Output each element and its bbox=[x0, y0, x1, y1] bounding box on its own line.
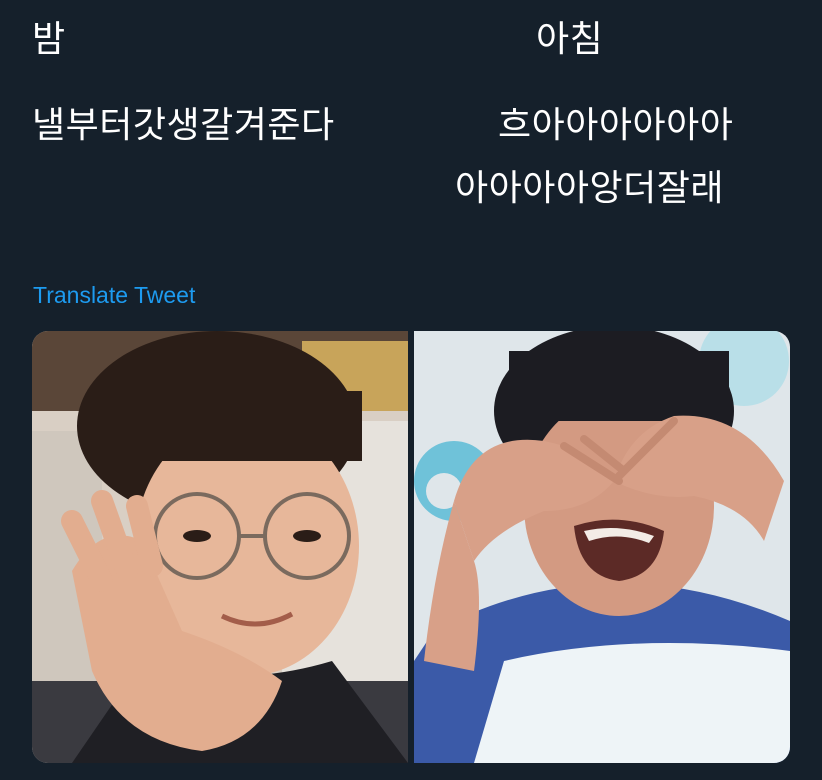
translate-tweet-link[interactable]: Translate Tweet bbox=[33, 280, 195, 310]
night-title: 밤 bbox=[32, 19, 66, 60]
media-photo-left[interactable] bbox=[32, 331, 408, 763]
morning-text-line-2: 아아아아앙더잘래 bbox=[455, 168, 724, 209]
morning-title: 아침 bbox=[536, 19, 604, 60]
tweet-text: 밤 아침 낼부터갓생갈겨준다 흐아아아아아아 아아아아앙더잘래 bbox=[0, 0, 822, 240]
media-grid bbox=[32, 331, 790, 763]
night-text: 낼부터갓생갈겨준다 bbox=[32, 105, 335, 146]
morning-text-line-1: 흐아아아아아아 bbox=[498, 105, 734, 146]
photo-morning-person bbox=[414, 331, 790, 763]
photo-night-person bbox=[32, 331, 408, 763]
media-photo-right[interactable] bbox=[414, 331, 790, 763]
